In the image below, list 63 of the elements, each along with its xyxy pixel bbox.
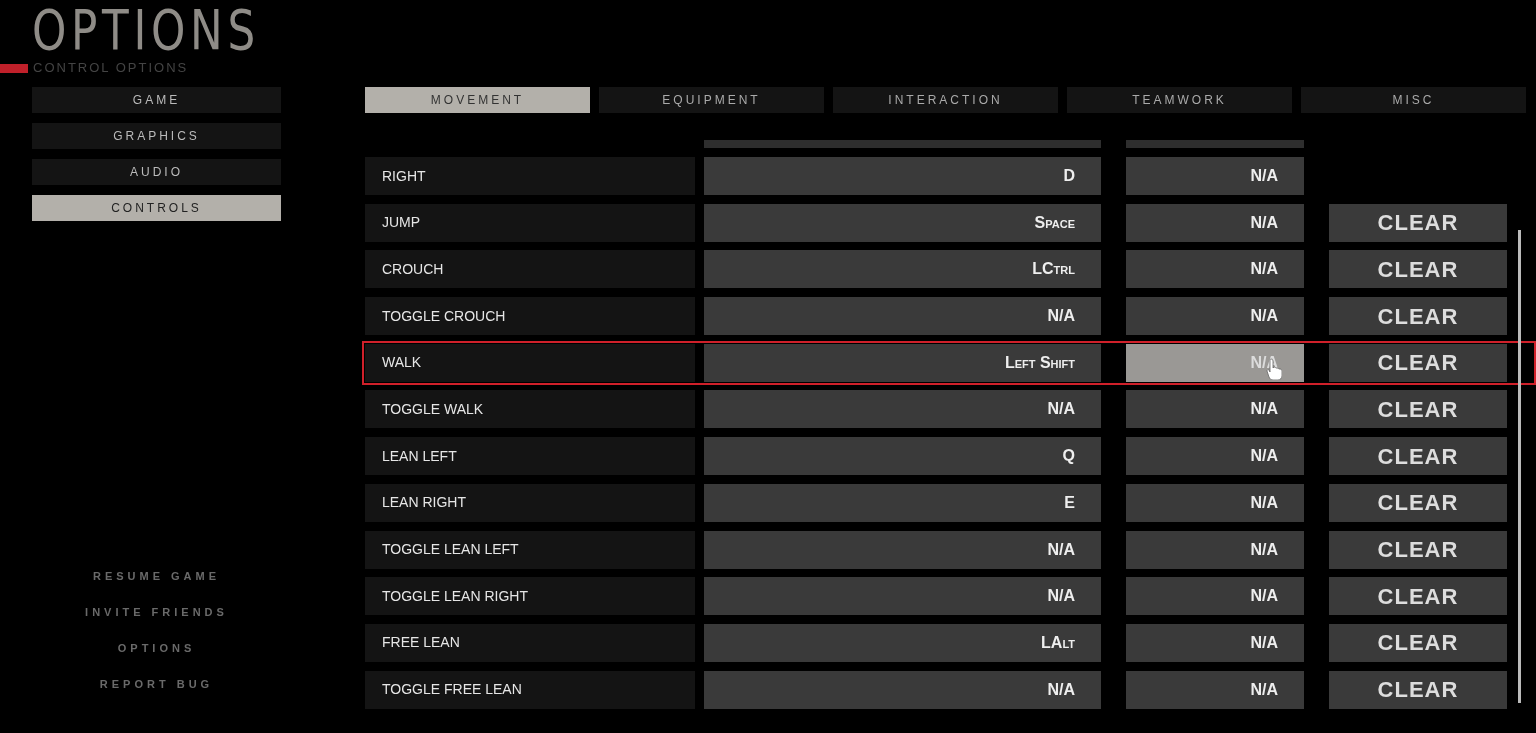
sidebar-tab[interactable]: CONTROLS — [32, 195, 281, 221]
action-label: FREE LEAN — [365, 623, 695, 662]
key-field[interactable]: Left Shift — [704, 343, 1101, 382]
menu-item[interactable]: INVITE FRIENDS — [32, 604, 281, 620]
key-field[interactable]: N/A — [1126, 623, 1304, 662]
category-tab[interactable]: MOVEMENT — [365, 87, 590, 113]
menu-item[interactable]: RESUME GAME — [32, 568, 281, 584]
key-field[interactable]: N/A — [1126, 437, 1304, 476]
key-field[interactable]: N/A — [704, 577, 1101, 616]
menu-item[interactable]: REPORT BUG — [32, 676, 281, 692]
page-title: OPTIONS — [32, 0, 260, 60]
key-field[interactable]: N/A — [704, 390, 1101, 429]
action-label: JUMP — [365, 203, 695, 242]
key-field[interactable]: N/A — [1126, 483, 1304, 522]
action-label: RIGHT — [365, 157, 695, 195]
action-label: LEAN RIGHT — [365, 483, 695, 522]
key-field[interactable]: N/A — [704, 297, 1101, 336]
category-tab[interactable]: EQUIPMENT — [599, 87, 824, 113]
action-label: TOGGLE LEAN LEFT — [365, 530, 695, 569]
key-field[interactable]: N/A — [1126, 390, 1304, 429]
sidebar-tab[interactable]: GRAPHICS — [32, 123, 281, 149]
clear-button[interactable]: CLEAR — [1329, 203, 1507, 242]
key-field[interactable]: Q — [704, 437, 1101, 476]
action-label: LEAN LEFT — [365, 437, 695, 476]
key-field[interactable]: E — [704, 483, 1101, 522]
action-label: TOGGLE CROUCH — [365, 297, 695, 336]
action-label: WALK — [365, 343, 695, 382]
key-field[interactable]: N/A — [1126, 157, 1304, 195]
key-field[interactable]: N/A — [704, 530, 1101, 569]
category-tab[interactable]: TEAMWORK — [1067, 87, 1292, 113]
sidebar-tab[interactable]: GAME — [32, 87, 281, 113]
key-field[interactable]: N/A — [1126, 203, 1304, 242]
key-field[interactable]: N/A — [704, 670, 1101, 709]
menu-item[interactable]: OPTIONS — [32, 640, 281, 656]
category-tab[interactable]: MISC — [1301, 87, 1526, 113]
key-field[interactable]: N/A — [1126, 577, 1304, 616]
key-field[interactable]: N/A — [1126, 530, 1304, 569]
accent-bar — [0, 63, 28, 73]
clear-button[interactable]: CLEAR — [1329, 390, 1507, 429]
clear-button[interactable]: CLEAR — [1329, 670, 1507, 709]
clear-button[interactable]: CLEAR — [1329, 297, 1507, 336]
clear-button[interactable]: CLEAR — [1329, 483, 1507, 522]
key-field[interactable]: D — [704, 157, 1101, 195]
key-field[interactable]: N/A — [1126, 297, 1304, 336]
action-label: TOGGLE FREE LEAN — [365, 670, 695, 709]
key-field[interactable]: Space — [704, 203, 1101, 242]
action-label: TOGGLE WALK — [365, 390, 695, 429]
key-field[interactable]: N/A — [1126, 250, 1304, 289]
clear-button[interactable]: CLEAR — [1329, 530, 1507, 569]
scrollbar[interactable] — [1518, 230, 1521, 703]
category-tab[interactable]: INTERACTION — [833, 87, 1058, 113]
clear-button[interactable]: CLEAR — [1329, 623, 1507, 662]
clear-button[interactable]: CLEAR — [1329, 250, 1507, 289]
action-label: CROUCH — [365, 250, 695, 289]
clear-button[interactable]: CLEAR — [1329, 577, 1507, 616]
key-field[interactable]: LCtrl — [704, 250, 1101, 289]
clear-button[interactable]: CLEAR — [1329, 343, 1507, 382]
clear-button[interactable]: CLEAR — [1329, 437, 1507, 476]
key-field[interactable]: LAlt — [704, 623, 1101, 662]
key-field[interactable]: N/A — [1126, 670, 1304, 709]
page-subtitle: CONTROL OPTIONS — [33, 60, 189, 76]
action-label: TOGGLE LEAN RIGHT — [365, 577, 695, 616]
sidebar-tab[interactable]: AUDIO — [32, 159, 281, 185]
